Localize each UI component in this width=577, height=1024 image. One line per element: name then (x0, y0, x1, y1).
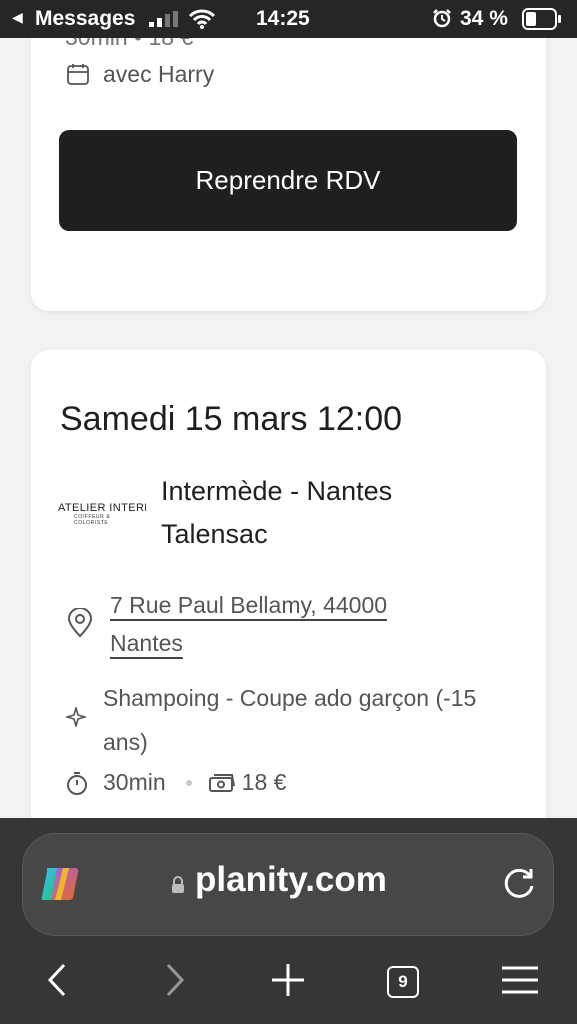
wifi-icon (188, 9, 216, 29)
back-to-app-link[interactable]: Messages (35, 7, 135, 31)
back-arrow-icon[interactable]: ◀ (12, 9, 23, 26)
address-bar[interactable]: planity.com (22, 833, 554, 936)
forward-icon[interactable] (162, 962, 188, 998)
copilot-icon[interactable] (39, 864, 81, 904)
location-pin-icon (66, 607, 94, 643)
cash-icon (208, 773, 235, 792)
lock-icon (172, 876, 184, 893)
appointment-date-title: Samedi 15 mars 12:00 (60, 400, 403, 438)
battery-percent: 34 % (460, 7, 508, 30)
salon-logo: ATELIER INTERMEDE COIFFEUR & COLORISTE (58, 502, 146, 524)
status-bar: ◀ Messages 14:25 34 % (0, 0, 577, 38)
new-tab-icon[interactable] (270, 962, 306, 998)
alarm-icon (433, 9, 451, 28)
resume-appointment-button[interactable]: Reprendre RDV (59, 130, 517, 231)
staff-row: avec Harry (65, 52, 214, 96)
browser-toolbar: planity.com 9 (0, 818, 577, 1024)
back-icon[interactable] (44, 962, 70, 998)
menu-icon[interactable] (500, 962, 540, 998)
staff-text: avec Harry (103, 61, 215, 87)
clock-time: 14:25 (256, 7, 310, 30)
salon-address-link[interactable]: 7 Rue Paul Bellamy, 44000 Nantes (110, 586, 450, 662)
url-text[interactable]: planity.com (195, 860, 387, 900)
calendar-icon (65, 61, 91, 87)
sparkle-icon (64, 705, 88, 732)
cellular-signal-icon (149, 11, 178, 27)
appointment-card: Samedi 15 mars 12:00 ATELIER INTERMEDE C… (31, 350, 546, 870)
salon-name: Intermède - Nantes Talensac (161, 476, 393, 549)
duration-text: 30min (103, 769, 166, 795)
timer-icon (67, 771, 87, 795)
duration-price-row: 30min 18 € (64, 769, 286, 796)
previous-appointment-card: 30min • 18 € avec Harry Reprendre RDV (31, 0, 546, 311)
service-description: Shampoing - Coupe ado garçon (-15 ans) (103, 685, 477, 755)
reload-icon[interactable] (501, 866, 537, 902)
separator-dot (185, 779, 192, 786)
price-text: 18 € (241, 769, 287, 795)
tabs-count-button[interactable]: 9 (387, 966, 419, 998)
battery-icon (522, 8, 561, 30)
